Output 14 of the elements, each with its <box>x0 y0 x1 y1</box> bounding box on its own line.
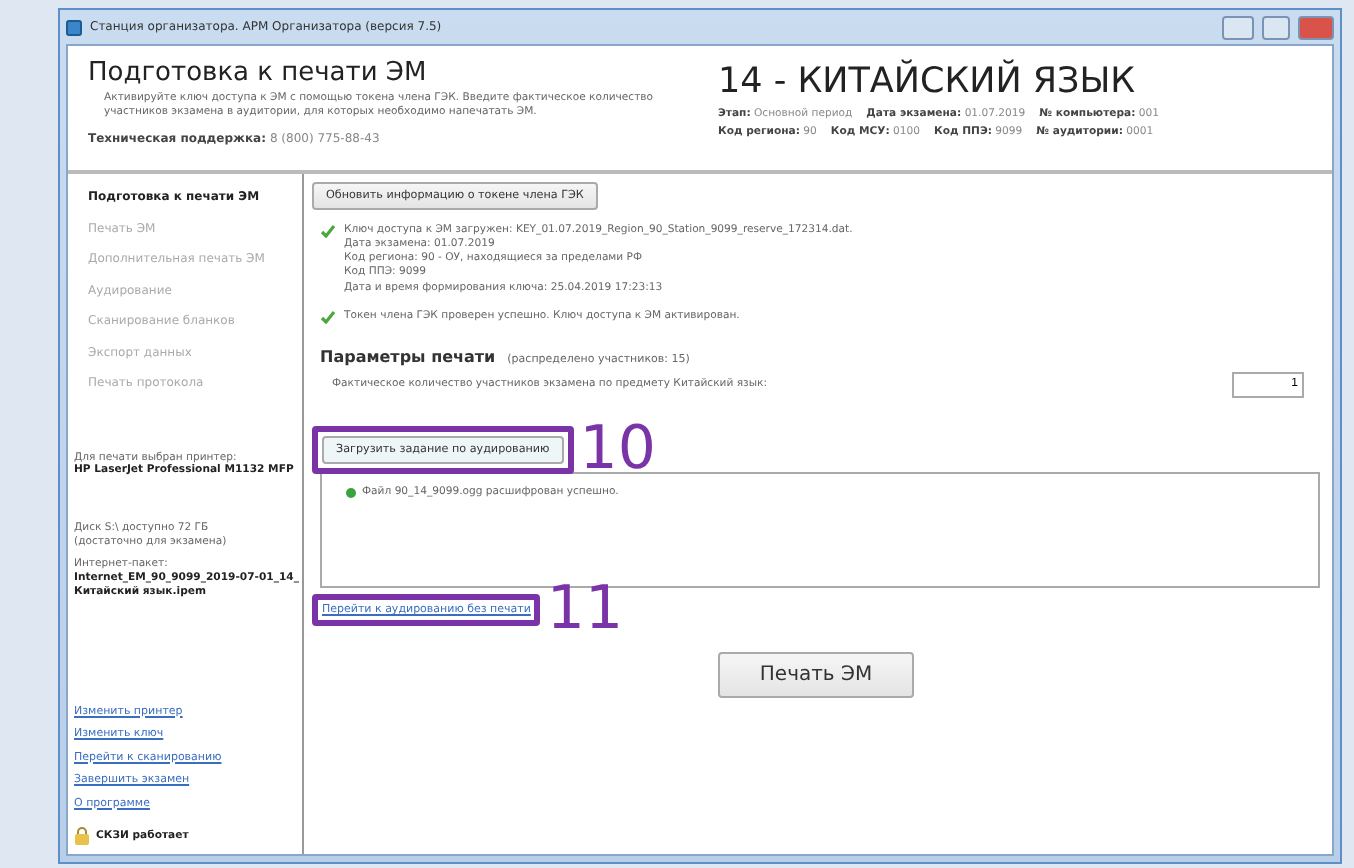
app-icon <box>66 19 82 35</box>
page-title: Подготовка к печати ЭМ <box>88 58 429 88</box>
success-dot-icon <box>346 487 356 498</box>
lock-icon <box>74 826 90 846</box>
checkmark-icon <box>320 224 336 238</box>
close-button[interactable] <box>1298 15 1334 39</box>
minimize-button[interactable] <box>1222 15 1254 39</box>
section-title: Параметры печати <box>320 347 496 366</box>
exam-title: 14 - КИТАЙСКИЙ ЯЗЫК <box>718 62 1138 102</box>
callout-number: 10 <box>579 419 656 480</box>
checkmark-icon <box>320 309 336 324</box>
maximize-button[interactable] <box>1262 15 1290 39</box>
callout-number: 11 <box>546 579 624 640</box>
print-button[interactable]: Печать ЭМ <box>717 651 915 698</box>
